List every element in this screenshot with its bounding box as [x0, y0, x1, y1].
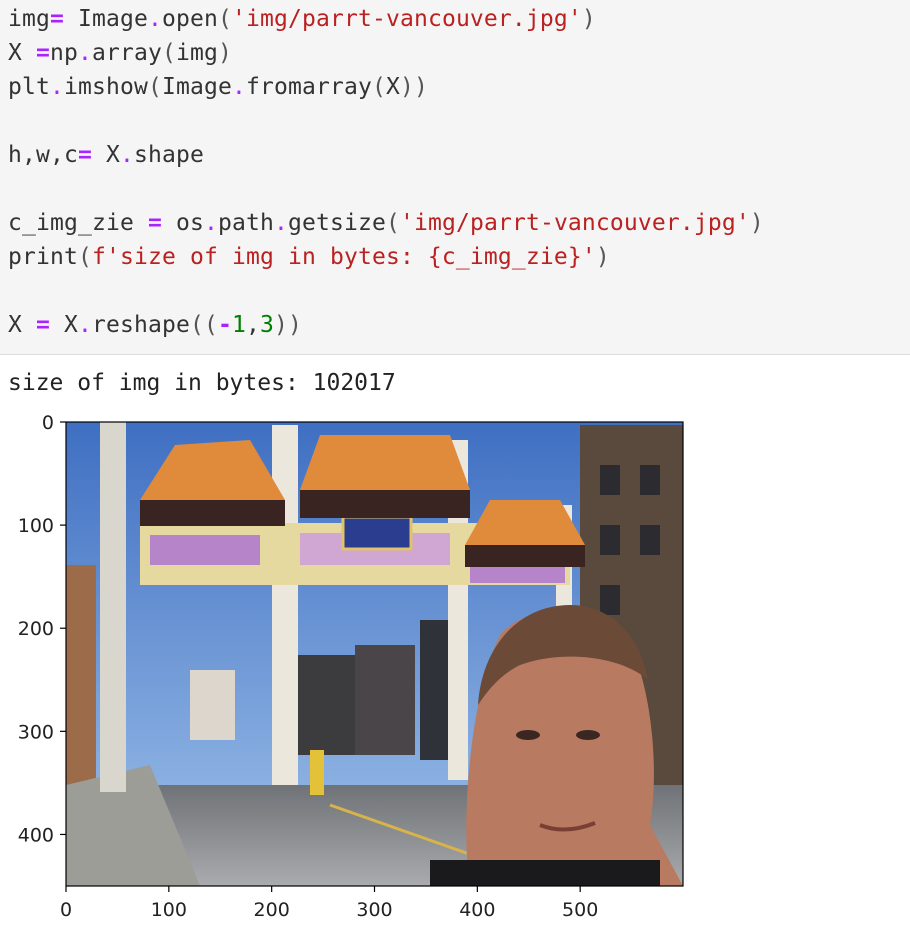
code-token: 1 [231, 312, 246, 338]
code-token: . [50, 74, 64, 100]
y-tick-label: 300 [18, 721, 54, 743]
code-token: ( [147, 74, 162, 100]
code-token: 'img/parrt-vancouver.jpg' [399, 210, 750, 236]
code-token: img [176, 40, 218, 66]
code-token: ) [581, 6, 596, 32]
code-line-5: h,w,c= X.shape [8, 138, 204, 172]
y-axis: 0 100 200 300 400 [18, 412, 66, 846]
x-tick-label: 100 [151, 899, 187, 921]
code-token: - [217, 312, 232, 338]
y-tick-label: 400 [18, 824, 54, 846]
code-line-8: print(f'size of img in bytes: {c_img_zie… [8, 240, 610, 274]
code-token: c_img_zie [8, 210, 148, 236]
code-token: . [147, 6, 162, 32]
x-tick-label: 300 [356, 899, 392, 921]
code-token: os [161, 210, 204, 236]
code-token: array [92, 40, 162, 66]
code-token: ( [217, 6, 232, 32]
code-token: ( [371, 74, 386, 100]
code-token: )) [273, 312, 302, 338]
code-token: ) [749, 210, 764, 236]
code-token: print [8, 244, 78, 270]
x-tick-label: 500 [562, 899, 598, 921]
code-cell[interactable]: img= Image.open('img/parrt-vancouver.jpg… [0, 0, 910, 355]
code-token: h,w,c [8, 142, 78, 168]
code-token: getsize [287, 210, 386, 236]
code-token: . [78, 312, 92, 338]
code-token: ( [78, 244, 92, 270]
code-token: )) [399, 74, 428, 100]
code-token: ( [162, 40, 176, 66]
code-token: plt [8, 74, 50, 100]
code-token: open [161, 6, 218, 32]
code-token: X [8, 40, 36, 66]
cell-output-text: size of img in bytes: 102017 [8, 370, 396, 396]
code-line-10: X = X.reshape((-1,3)) [8, 308, 302, 342]
code-token: reshape [92, 312, 190, 338]
code-line-2: X =np.array(img) [8, 36, 232, 70]
plot-image [66, 422, 683, 886]
code-token: X [92, 142, 120, 168]
code-token: 'img/parrt-vancouver.jpg' [231, 6, 582, 32]
code-token: . [273, 210, 288, 236]
y-tick-label: 0 [42, 412, 54, 434]
code-token: path [217, 210, 274, 236]
code-token: ) [595, 244, 610, 270]
code-token: = [50, 6, 64, 32]
code-token: = [78, 142, 92, 168]
code-token: . [120, 142, 134, 168]
code-token: 3 [259, 312, 274, 338]
code-token: ) [218, 40, 232, 66]
code-token: np [50, 40, 78, 66]
code-line-7: c_img_zie = os.path.getsize('img/parrt-v… [8, 206, 764, 240]
code-line-1: img= Image.open('img/parrt-vancouver.jpg… [8, 2, 596, 36]
code-token: shape [134, 142, 204, 168]
code-token: , [245, 312, 260, 338]
code-token: = [36, 312, 50, 338]
code-token: (( [189, 312, 218, 338]
code-token: fromarray [245, 74, 372, 100]
code-line-3: plt.imshow(Image.fromarray(X)) [8, 70, 428, 104]
code-token: = [147, 210, 162, 236]
imshow-plot: 0 100 200 300 400 500 0 100 200 300 400 [18, 412, 684, 921]
x-axis: 0 100 200 300 400 500 [60, 886, 598, 921]
code-token: X [385, 74, 400, 100]
code-token: . [203, 210, 218, 236]
x-tick-label: 200 [254, 899, 290, 921]
code-token: f'size of img in bytes: {c_img_zie}' [92, 244, 596, 270]
code-token: X [8, 312, 36, 338]
code-token: Image [161, 74, 232, 100]
y-tick-label: 200 [18, 618, 54, 640]
x-tick-label: 400 [459, 899, 495, 921]
y-tick-label: 100 [18, 515, 54, 537]
x-tick-label: 0 [60, 899, 72, 921]
code-token: = [36, 40, 50, 66]
code-token: Image [64, 6, 148, 32]
code-token: . [78, 40, 92, 66]
code-token: . [231, 74, 246, 100]
code-token: X [50, 312, 78, 338]
code-token: imshow [64, 74, 148, 100]
code-token: img [8, 6, 50, 32]
code-token: ( [385, 210, 400, 236]
